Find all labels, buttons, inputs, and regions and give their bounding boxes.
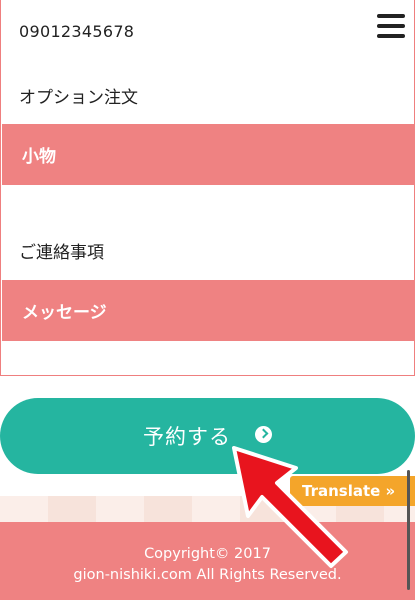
menu-bar bbox=[377, 34, 405, 38]
hamburger-menu-icon[interactable] bbox=[377, 14, 405, 38]
menu-bar bbox=[377, 14, 405, 18]
menu-bar bbox=[377, 24, 405, 28]
contact-notes-label: ご連絡事項 bbox=[19, 243, 104, 263]
reserve-button-label: 予約する bbox=[143, 425, 231, 449]
option-order-label: オプション注文 bbox=[19, 88, 138, 108]
message-field[interactable]: メッセージ bbox=[2, 280, 415, 341]
message-value: メッセージ bbox=[22, 303, 107, 323]
option-order-field[interactable]: 小物 bbox=[2, 124, 415, 185]
reservation-form: 09012345678 オプション注文 小物 ご連絡事項 メッセージ bbox=[0, 0, 415, 376]
phone-number: 09012345678 bbox=[19, 22, 135, 41]
option-order-value: 小物 bbox=[22, 147, 56, 167]
scrollbar[interactable] bbox=[407, 470, 410, 590]
annotation-arrow-icon bbox=[232, 446, 348, 568]
arrow-shape bbox=[232, 446, 348, 568]
